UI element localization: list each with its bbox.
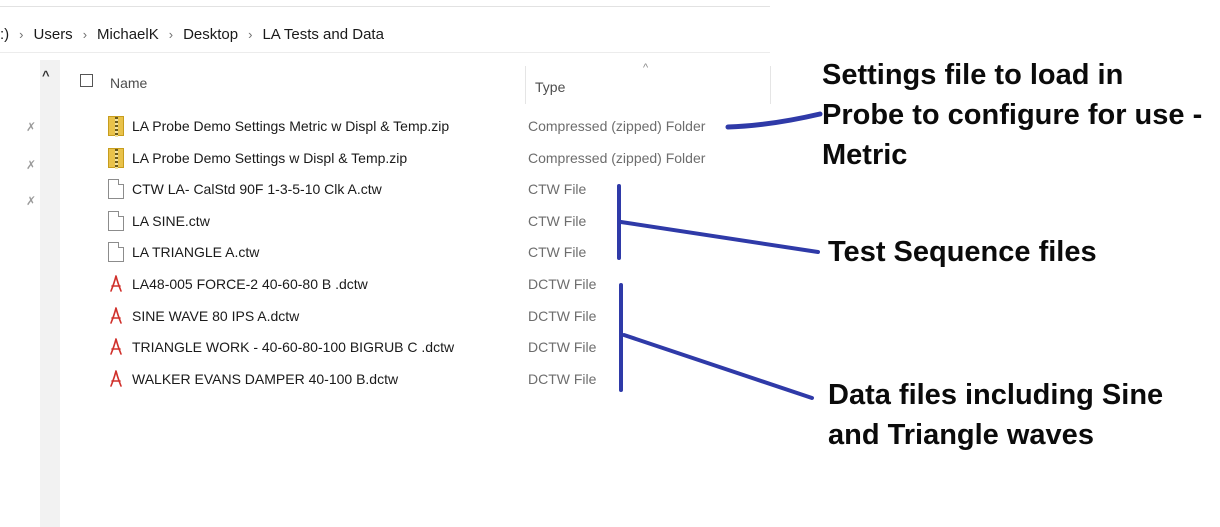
annotation-test-sequence: Test Sequence files — [828, 232, 1097, 272]
annotation-line: Metric — [822, 139, 908, 171]
document-icon — [108, 179, 124, 199]
file-row[interactable]: LA Probe Demo Settings Metric w Displ & … — [108, 112, 748, 140]
breadcrumb-separator: › — [82, 26, 88, 42]
file-name: LA Probe Demo Settings w Displ & Temp.zi… — [132, 150, 408, 166]
file-row[interactable]: LA48-005 FORCE-2 40-60-80 B .dctw DCTW Fi… — [108, 270, 748, 298]
breadcrumb-item-michaelk[interactable]: MichaelK — [97, 26, 159, 43]
file-row[interactable]: SINE WAVE 80 IPS A.dctw DCTW File — [108, 302, 748, 330]
sort-ascending-icon: ^ — [643, 62, 649, 74]
file-row[interactable]: LA SINE.ctw CTW File — [108, 207, 748, 235]
breadcrumb-item-la-tests-and-data[interactable]: LA Tests and Data — [262, 26, 383, 43]
pin-icon[interactable]: ✗ — [26, 120, 40, 134]
breadcrumb-separator: › — [168, 26, 174, 42]
file-name: CTW LA- CalStd 90F 1-3-5-10 Clk A.ctw — [132, 181, 382, 197]
pin-icon[interactable]: ✗ — [26, 194, 40, 208]
annotation-line: Settings file to load in — [822, 59, 1124, 91]
file-name: TRIANGLE WORK - 40-60-80-100 BIGRUB C .d… — [132, 339, 455, 355]
column-header-type[interactable]: Type — [535, 79, 565, 95]
annotation-line: Probe to configure for use - — [822, 99, 1203, 131]
file-name: LA TRIANGLE A.ctw — [132, 244, 260, 260]
breadcrumb-divider — [0, 52, 770, 53]
annotation-settings-file: Settings file to load in Probe to config… — [822, 55, 1202, 175]
file-type: Compressed (zipped) Folder — [528, 150, 706, 166]
file-type: DCTW File — [528, 371, 597, 387]
file-type: CTW File — [528, 213, 587, 229]
column-divider[interactable] — [525, 66, 526, 104]
select-all-checkbox[interactable] — [80, 74, 93, 87]
breadcrumb-item-desktop[interactable]: Desktop — [183, 26, 238, 43]
pdf-icon — [108, 369, 124, 389]
zip-folder-icon — [108, 148, 124, 169]
file-name: LA48-005 FORCE-2 40-60-80 B .dctw — [132, 276, 368, 292]
file-type: CTW File — [528, 181, 587, 197]
file-type: Compressed (zipped) Folder — [528, 118, 706, 134]
file-name: WALKER EVANS DAMPER 40-100 B.dctw — [132, 371, 399, 387]
annotation-data-files: Data files including Sine and Triangle w… — [828, 375, 1163, 455]
file-type: DCTW File — [528, 308, 597, 324]
column-header-name[interactable]: Name — [110, 75, 147, 91]
column-headers: Name ^ Type — [80, 60, 771, 104]
document-icon — [108, 242, 124, 262]
file-type: CTW File — [528, 244, 587, 260]
column-divider[interactable] — [770, 66, 771, 104]
file-row[interactable]: LA TRIANGLE A.ctw CTW File — [108, 238, 748, 266]
breadcrumb-lead-fragment[interactable]: :) — [0, 26, 9, 43]
file-name: SINE WAVE 80 IPS A.dctw — [132, 308, 300, 324]
document-icon — [108, 211, 124, 231]
pdf-icon — [108, 274, 124, 294]
file-name: LA SINE.ctw — [132, 213, 210, 229]
file-name: LA Probe Demo Settings Metric w Displ & … — [132, 118, 450, 134]
nav-scrollbar[interactable] — [40, 60, 60, 527]
scroll-up-icon[interactable]: ^ — [42, 68, 50, 83]
pdf-icon — [108, 337, 124, 357]
file-row[interactable]: WALKER EVANS DAMPER 40-100 B.dctw DCTW Fi… — [108, 365, 748, 393]
file-type: DCTW File — [528, 339, 597, 355]
zip-folder-icon — [108, 116, 124, 137]
breadcrumb-separator: › — [19, 26, 24, 42]
file-type: DCTW File — [528, 276, 597, 292]
navigation-pane: ^ ✗ ✗ ✗ — [0, 60, 60, 527]
annotation-line: Test Sequence files — [828, 236, 1097, 268]
pdf-icon — [108, 306, 124, 326]
pin-icon[interactable]: ✗ — [26, 158, 40, 172]
breadcrumb: :) › Users › MichaelK › Desktop › LA Tes… — [0, 22, 384, 46]
annotation-line: and Triangle waves — [828, 419, 1094, 451]
annotation-line: Data files including Sine — [828, 379, 1164, 411]
breadcrumb-separator: › — [248, 26, 253, 42]
file-row[interactable]: TRIANGLE WORK - 40-60-80-100 BIGRUB C .d… — [108, 333, 748, 361]
file-row[interactable]: CTW LA- CalStd 90F 1-3-5-10 Clk A.ctw CTW… — [108, 175, 748, 203]
top-divider — [0, 6, 770, 7]
file-row[interactable]: LA Probe Demo Settings w Displ & Temp.zi… — [108, 144, 748, 172]
breadcrumb-item-users[interactable]: Users — [34, 26, 73, 43]
